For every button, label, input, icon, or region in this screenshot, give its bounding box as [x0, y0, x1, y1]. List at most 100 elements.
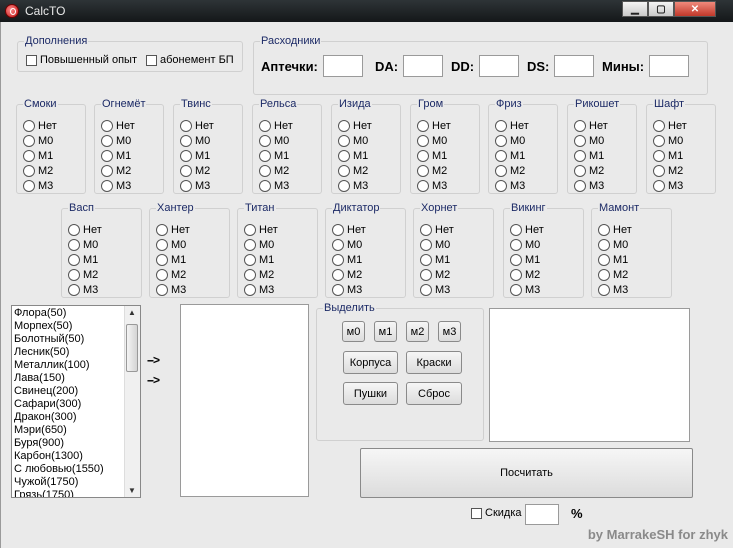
m2-button[interactable]: м2: [406, 321, 429, 342]
radio-option[interactable]: M1: [101, 148, 135, 163]
radio-option[interactable]: M3: [495, 178, 529, 193]
radio-button[interactable]: [68, 238, 80, 251]
radio-option[interactable]: Нет: [23, 118, 57, 133]
radio-option[interactable]: M1: [156, 252, 190, 267]
radio-option[interactable]: M1: [510, 252, 544, 267]
radio-option[interactable]: M2: [156, 267, 190, 282]
reset-button[interactable]: Сброс: [406, 382, 462, 405]
scroll-up-icon[interactable]: ▲: [128, 308, 136, 317]
radio-button[interactable]: [68, 268, 80, 281]
radio-option[interactable]: M1: [259, 148, 293, 163]
radio-button[interactable]: [156, 268, 168, 281]
checkbox-box[interactable]: [471, 507, 482, 519]
radio-button[interactable]: [332, 223, 344, 236]
radio-button[interactable]: [244, 238, 256, 251]
radio-option[interactable]: M1: [338, 148, 372, 163]
radio-button[interactable]: [180, 119, 192, 132]
radio-button[interactable]: [495, 179, 507, 192]
list-item[interactable]: Грязь(1750): [14, 489, 104, 497]
list-item[interactable]: Дракон(300): [14, 411, 104, 424]
mines-input[interactable]: [649, 55, 690, 77]
radio-option[interactable]: Нет: [244, 222, 278, 237]
radio-button[interactable]: [68, 253, 80, 266]
radio-button[interactable]: [244, 223, 256, 236]
radio-option[interactable]: M3: [598, 282, 632, 297]
radio-button[interactable]: [101, 149, 113, 162]
radio-option[interactable]: M0: [417, 133, 451, 148]
radio-option[interactable]: M0: [68, 237, 102, 252]
radio-button[interactable]: [338, 164, 350, 177]
radio-button[interactable]: [156, 223, 168, 236]
radio-option[interactable]: M2: [495, 163, 529, 178]
radio-button[interactable]: [68, 283, 80, 296]
radio-option[interactable]: M2: [332, 267, 366, 282]
radio-button[interactable]: [574, 149, 586, 162]
radio-option[interactable]: Нет: [156, 222, 190, 237]
radio-button[interactable]: [420, 223, 432, 236]
radio-option[interactable]: Нет: [510, 222, 544, 237]
radio-button[interactable]: [68, 223, 80, 236]
radio-button[interactable]: [417, 149, 429, 162]
paints-button[interactable]: Краски: [406, 351, 462, 374]
radio-option[interactable]: M1: [417, 148, 451, 163]
close-button[interactable]: ✕: [674, 1, 716, 17]
radio-button[interactable]: [101, 164, 113, 177]
radio-option[interactable]: M0: [598, 237, 632, 252]
radio-button[interactable]: [259, 164, 271, 177]
radio-option[interactable]: M1: [653, 148, 687, 163]
radio-button[interactable]: [495, 149, 507, 162]
radio-option[interactable]: Нет: [417, 118, 451, 133]
checkbox-box[interactable]: [146, 54, 157, 66]
radio-option[interactable]: M0: [338, 133, 372, 148]
radio-button[interactable]: [259, 179, 271, 192]
radio-button[interactable]: [510, 283, 522, 296]
radio-option[interactable]: M3: [244, 282, 278, 297]
radio-option[interactable]: Нет: [332, 222, 366, 237]
radio-option[interactable]: M1: [244, 252, 278, 267]
ds-input[interactable]: [554, 55, 595, 77]
radio-button[interactable]: [259, 119, 271, 132]
radio-option[interactable]: M2: [420, 267, 454, 282]
minimize-button[interactable]: ▁: [622, 1, 648, 17]
radio-button[interactable]: [156, 283, 168, 296]
radio-option[interactable]: Нет: [420, 222, 454, 237]
radio-button[interactable]: [420, 238, 432, 251]
radio-option[interactable]: M3: [23, 178, 57, 193]
m1-button[interactable]: м1: [374, 321, 397, 342]
radio-button[interactable]: [574, 134, 586, 147]
radio-button[interactable]: [338, 179, 350, 192]
radio-option[interactable]: M3: [510, 282, 544, 297]
radio-option[interactable]: M3: [332, 282, 366, 297]
radio-option[interactable]: M0: [259, 133, 293, 148]
radio-button[interactable]: [244, 253, 256, 266]
radio-option[interactable]: M2: [244, 267, 278, 282]
radio-button[interactable]: [23, 119, 35, 132]
dd-input[interactable]: [479, 55, 520, 77]
radio-option[interactable]: Нет: [259, 118, 293, 133]
radio-button[interactable]: [244, 268, 256, 281]
list-item[interactable]: Свинец(200): [14, 385, 104, 398]
radio-option[interactable]: M2: [68, 267, 102, 282]
radio-button[interactable]: [417, 119, 429, 132]
radio-button[interactable]: [156, 238, 168, 251]
radio-button[interactable]: [332, 268, 344, 281]
radio-button[interactable]: [180, 134, 192, 147]
radio-button[interactable]: [574, 179, 586, 192]
radio-option[interactable]: M3: [180, 178, 214, 193]
radio-option[interactable]: M3: [156, 282, 190, 297]
radio-button[interactable]: [259, 134, 271, 147]
list-scrollbar[interactable]: ▲ ▼: [124, 306, 140, 497]
radio-button[interactable]: [338, 119, 350, 132]
radio-option[interactable]: M2: [259, 163, 293, 178]
radio-option[interactable]: Нет: [68, 222, 102, 237]
radio-button[interactable]: [23, 179, 35, 192]
radio-option[interactable]: M0: [101, 133, 135, 148]
radio-button[interactable]: [420, 283, 432, 296]
radio-option[interactable]: M0: [244, 237, 278, 252]
radio-button[interactable]: [495, 134, 507, 147]
radio-option[interactable]: M0: [653, 133, 687, 148]
radio-button[interactable]: [653, 179, 665, 192]
radio-option[interactable]: M2: [180, 163, 214, 178]
radio-option[interactable]: M2: [653, 163, 687, 178]
result-panel[interactable]: [489, 308, 690, 442]
